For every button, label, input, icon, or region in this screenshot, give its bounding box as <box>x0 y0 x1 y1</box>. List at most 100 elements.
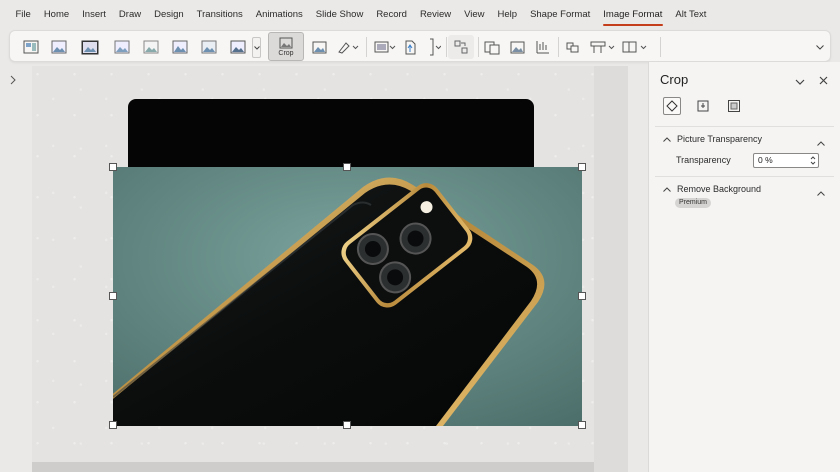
resize-handle-top[interactable] <box>343 163 351 171</box>
remove-background-header[interactable]: Remove Background <box>663 184 761 194</box>
menu-transitions[interactable]: Transitions <box>190 5 249 25</box>
picture-transparency-heading: Picture Transparency <box>677 134 763 144</box>
resize-handle-bottom-right[interactable] <box>578 421 586 429</box>
picture-style-5[interactable] <box>140 35 162 59</box>
styles-gallery-expand[interactable] <box>252 37 261 58</box>
picture-style-2[interactable] <box>48 35 70 59</box>
menu-draw[interactable]: Draw <box>112 5 147 25</box>
menu-design[interactable]: Design <box>148 5 191 25</box>
align-button[interactable] <box>425 35 443 59</box>
transparency-value: 0 % <box>758 155 773 165</box>
picture-style-1[interactable] <box>20 35 42 59</box>
transparency-label: Transparency <box>676 155 731 165</box>
chevron-right-icon <box>10 75 16 85</box>
menu-view[interactable]: View <box>458 5 491 25</box>
ribbon: Crop <box>9 30 831 62</box>
rotate-icon <box>484 41 500 54</box>
menu-alt-text[interactable]: Alt Text <box>669 5 713 25</box>
picture-style-3[interactable] <box>79 35 101 59</box>
change-picture-icon <box>405 40 416 54</box>
chevron-up-icon <box>663 186 671 192</box>
crop-button[interactable]: Crop <box>268 32 304 61</box>
remove-background-heading: Remove Background <box>677 184 762 194</box>
menu-shape-format[interactable]: Shape Format <box>524 5 597 25</box>
resize-handle-bottom[interactable] <box>343 421 351 429</box>
effects-icon <box>697 100 709 112</box>
expand-thumbnails-button[interactable] <box>9 74 17 88</box>
resize-handle-top-right[interactable] <box>578 163 586 171</box>
collapse-ribbon-button[interactable] <box>812 35 828 59</box>
selection-pane-icon <box>590 41 615 53</box>
group-icon <box>454 40 468 54</box>
chevron-down-icon <box>816 44 824 50</box>
chevron-up-icon <box>817 141 825 146</box>
bring-forward-button[interactable] <box>532 35 552 59</box>
picture-layout-button[interactable] <box>372 35 398 59</box>
reset-button[interactable] <box>507 35 527 59</box>
picture-style-4[interactable] <box>111 35 133 59</box>
menu-home[interactable]: Home <box>37 5 75 25</box>
close-icon <box>819 76 828 85</box>
remove-background-expand[interactable] <box>817 185 825 199</box>
tab-fill-line[interactable] <box>663 97 681 115</box>
image-button[interactable] <box>309 35 329 59</box>
menu-record[interactable]: Record <box>370 5 414 25</box>
reset-icon <box>510 41 524 53</box>
picture-transparency-expand[interactable] <box>817 135 825 149</box>
group-button[interactable] <box>448 35 474 59</box>
send-backward-button[interactable] <box>562 35 582 59</box>
selected-image[interactable] <box>113 167 582 426</box>
menu-bar: File Home Insert Draw Design Transitions… <box>0 0 840 30</box>
chevron-down-icon <box>795 79 805 85</box>
tab-effects[interactable] <box>694 97 712 115</box>
premium-badge: Premium <box>675 198 712 208</box>
send-backward-icon <box>566 42 578 53</box>
picture-style-icon <box>114 40 130 54</box>
rotate-button[interactable] <box>482 35 502 59</box>
format-picture-pane: Crop Picture Transparency Transparency 0… <box>648 62 840 472</box>
bring-forward-icon <box>536 41 549 54</box>
image-icon <box>312 41 326 53</box>
picture-style-8[interactable] <box>227 35 249 59</box>
chevron-up-icon <box>663 136 671 142</box>
crop-label: Crop <box>278 50 294 57</box>
crop-icon <box>279 37 293 48</box>
menu-image-format[interactable]: Image Format <box>597 5 669 26</box>
picture-style-7[interactable] <box>198 35 220 59</box>
size-properties-icon <box>728 100 740 112</box>
chevron-down-icon <box>253 45 260 50</box>
picture-style-icon <box>172 40 188 54</box>
picture-style-icon <box>143 40 159 54</box>
resize-handle-right[interactable] <box>578 292 586 300</box>
menu-animations[interactable]: Animations <box>249 5 309 25</box>
picture-transparency-header[interactable]: Picture Transparency <box>663 134 762 144</box>
pane-close-button[interactable] <box>819 74 828 88</box>
menu-insert[interactable]: Insert <box>76 5 113 25</box>
menu-file[interactable]: File <box>9 5 37 25</box>
transparency-input[interactable]: 0 % <box>753 153 819 168</box>
artistic-effects-button[interactable] <box>335 35 361 59</box>
selection-pane-button[interactable] <box>588 35 618 59</box>
change-picture-button[interactable] <box>401 35 419 59</box>
align-icon <box>622 41 647 53</box>
cropped-image-area[interactable] <box>128 99 534 169</box>
resize-handle-top-left[interactable] <box>109 163 117 171</box>
spinner-arrows-icon[interactable] <box>810 155 816 166</box>
arrange-button[interactable] <box>620 35 650 59</box>
tab-size-properties[interactable] <box>725 97 743 115</box>
menu-slide-show[interactable]: Slide Show <box>309 5 370 25</box>
picture-layout-icon <box>374 41 396 53</box>
picture-style-6[interactable] <box>169 35 191 59</box>
horizontal-scrollbar[interactable] <box>32 462 594 472</box>
pane-options-button[interactable] <box>795 75 805 89</box>
pane-title: Crop <box>660 72 689 87</box>
chevron-up-icon <box>817 191 825 196</box>
menu-help[interactable]: Help <box>491 5 524 25</box>
artistic-effects-icon <box>338 42 359 54</box>
align-icon <box>430 38 441 56</box>
resize-handle-bottom-left[interactable] <box>109 421 117 429</box>
picture-style-icon <box>51 40 67 54</box>
phone-photo <box>113 167 582 426</box>
menu-review[interactable]: Review <box>413 5 457 25</box>
resize-handle-left[interactable] <box>109 292 117 300</box>
